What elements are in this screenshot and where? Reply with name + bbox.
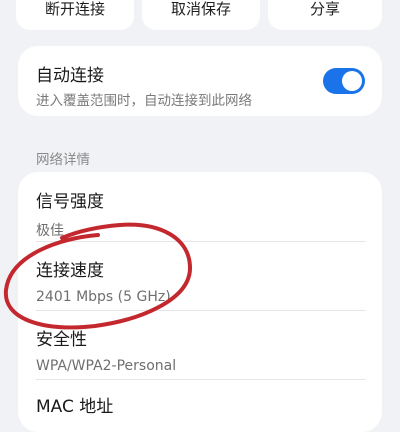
- auto-connect-toggle[interactable]: [323, 68, 365, 94]
- link-speed-value: 2401 Mbps (5 GHz): [36, 289, 171, 305]
- auto-connect-subtitle: 进入覆盖范围时，自动连接到此网络: [36, 93, 252, 109]
- network-details-card: 信号强度 极佳 连接速度 2401 Mbps (5 GHz) 安全性 WPA/W…: [18, 172, 382, 432]
- auto-connect-card: 自动连接 进入覆盖范围时，自动连接到此网络: [18, 46, 382, 116]
- disconnect-label: 断开连接: [44, 0, 105, 18]
- divider: [36, 310, 366, 311]
- signal-strength-value: 极佳: [36, 223, 64, 239]
- share-button[interactable]: 分享: [268, 0, 382, 30]
- signal-strength-label: 信号强度: [36, 192, 104, 212]
- auto-connect-title: 自动连接: [36, 66, 104, 86]
- mac-address-label: MAC 地址: [36, 397, 114, 417]
- disconnect-button[interactable]: 断开连接: [16, 0, 134, 30]
- security-value: WPA/WPA2-Personal: [36, 358, 177, 374]
- cancel-save-label: 取消保存: [170, 0, 231, 18]
- mac-address-row: MAC 地址: [36, 392, 366, 425]
- network-details-heading: 网络详情: [36, 152, 90, 168]
- link-speed-row: 连接速度 2401 Mbps (5 GHz): [36, 256, 366, 305]
- signal-strength-row: 信号强度 极佳: [36, 187, 366, 240]
- link-speed-label: 连接速度: [36, 261, 104, 281]
- cancel-save-button[interactable]: 取消保存: [142, 0, 260, 30]
- share-label: 分享: [309, 0, 340, 18]
- divider: [36, 379, 366, 380]
- toggle-knob: [342, 71, 362, 91]
- divider: [36, 241, 366, 242]
- security-row: 安全性 WPA/WPA2-Personal: [36, 325, 366, 374]
- security-label: 安全性: [36, 330, 87, 350]
